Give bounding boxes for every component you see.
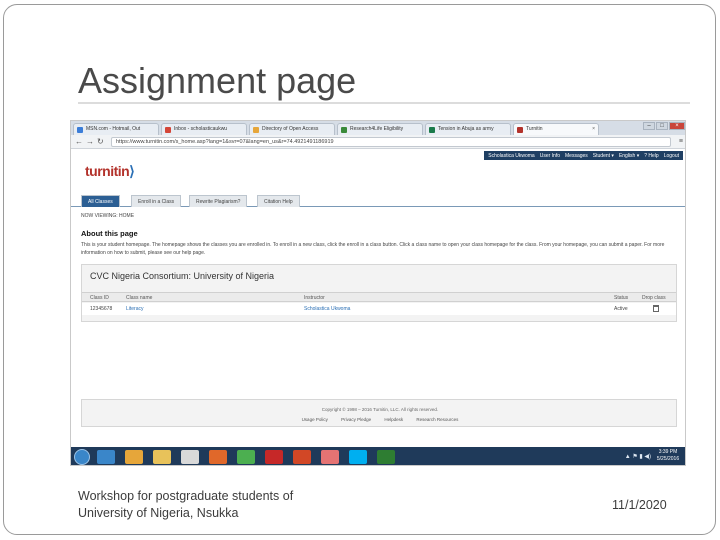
skype-icon[interactable] [349, 450, 367, 464]
browser-tab[interactable]: Research4Life Eligibility [337, 123, 423, 135]
footer-line-2: University of Nigeria, Nsukka [78, 506, 239, 520]
table-row: 12345678 Literacy Scholastica Ukwoma Act… [82, 303, 676, 315]
copyright-text: Copyright © 1998 – 2016 Turnitin, LLC. A… [321, 407, 439, 412]
col-class-id: Class ID [90, 295, 109, 301]
user-nav: Scholastica Ukwoma User Info Messages St… [484, 151, 683, 160]
forward-icon[interactable]: → [86, 137, 94, 146]
slide-date: 11/1/2020 [612, 498, 667, 512]
minimize-button[interactable]: – [643, 122, 655, 130]
class-id-cell: 12345678 [90, 306, 113, 312]
col-status: Status [614, 295, 629, 301]
logo-text: turnitin [85, 163, 130, 179]
turnitin-logo[interactable]: turnitin⟩ [85, 163, 135, 180]
logo-mark-icon: ⟩ [129, 163, 135, 179]
chrome-icon[interactable] [237, 450, 255, 464]
logout-link[interactable]: Logout [664, 153, 679, 159]
slide-title: Assignment page [78, 60, 357, 101]
tab-citation-help[interactable]: Citation Help [257, 195, 300, 207]
browser-tab-label: Inbox - scholasticaukwu [174, 126, 228, 132]
col-class-name: Class name [126, 295, 153, 301]
excel-icon[interactable] [377, 450, 395, 464]
powerpoint-icon[interactable] [293, 450, 311, 464]
browser-tab[interactable]: Tension in Abuja as army [425, 123, 511, 135]
instructor-link[interactable]: Scholastica Ukwoma [304, 306, 350, 312]
tab-enroll-class[interactable]: Enroll in a Class [131, 195, 182, 207]
browser-tab[interactable]: Directory of Open Access [249, 123, 335, 135]
turnitin-footer: Copyright © 1998 – 2016 Turnitin, LLC. A… [81, 399, 677, 427]
system-tray-icons[interactable]: ▲ ⚑ ▮ ◀) [625, 453, 651, 460]
browser-tab-label: Research4Life Eligibility [350, 126, 404, 132]
table-header: Class ID Class name Instructor Status Dr… [82, 292, 676, 302]
notes-icon[interactable] [181, 450, 199, 464]
language-dropdown[interactable]: English ▾ [619, 153, 639, 159]
about-heading: About this page [81, 229, 138, 238]
firefox-icon[interactable] [209, 450, 227, 464]
ie-icon[interactable] [97, 450, 115, 464]
class-name-link[interactable]: Literacy [126, 306, 144, 312]
start-button[interactable] [74, 449, 90, 465]
title-divider [78, 102, 690, 104]
helpdesk-link[interactable]: Helpdesk [384, 417, 403, 422]
browser-tab-label: Tension in Abuja as army [438, 126, 494, 132]
menu-icon[interactable]: ≡ [679, 138, 683, 145]
clock-time: 3:39 PM [658, 449, 678, 455]
footer-line-1: Workshop for postgraduate students of [78, 489, 294, 503]
role-dropdown[interactable]: Student ▾ [593, 153, 614, 159]
slide-footer: Workshop for postgraduate students of Un… [78, 488, 378, 522]
url-input[interactable]: https://www.turnitin.com/s_home.asp?lang… [111, 137, 671, 147]
research-resources-link[interactable]: Research Resources [416, 417, 458, 422]
tab-rewrite-plagiarism[interactable]: Rewrite Plagiarism? [189, 195, 248, 207]
window-controls: – □ × [643, 122, 685, 130]
turnitin-favicon-icon [517, 127, 523, 133]
back-icon[interactable]: ← [75, 137, 83, 146]
close-button[interactable]: × [669, 122, 685, 130]
doaj-favicon-icon [253, 127, 259, 133]
browser-screenshot: MSN.com - Hotmail, Out Inbox - scholasti… [70, 120, 686, 466]
address-bar: ← → ↻ https://www.turnitin.com/s_home.as… [71, 135, 685, 149]
messages-link[interactable]: Messages [565, 153, 588, 159]
help-link[interactable]: ? Help [644, 153, 658, 159]
news-favicon-icon [429, 127, 435, 133]
class-group: CVC Nigeria Consortium: University of Ni… [81, 264, 677, 322]
user-name-link[interactable]: Scholastica Ukwoma [488, 153, 534, 159]
reload-icon[interactable]: ↻ [97, 137, 104, 146]
r4l-favicon-icon [341, 127, 347, 133]
turnitin-tabs: All Classes Enroll in a Class Rewrite Pl… [71, 193, 685, 207]
browser-tab-label: Turnitin [526, 126, 543, 132]
turnitin-header: turnitin⟩ Scholastica Ukwoma User Info M… [71, 149, 685, 191]
about-text: This is your student homepage. The homep… [81, 242, 665, 256]
col-instructor: Instructor [304, 295, 325, 301]
msn-favicon-icon [77, 127, 83, 133]
windows-taskbar: ▲ ⚑ ▮ ◀) 3:39 PM 5/25/2016 [71, 447, 685, 465]
maximize-button[interactable]: □ [656, 122, 668, 130]
user-info-link[interactable]: User Info [540, 153, 560, 159]
media-player-icon[interactable] [125, 450, 143, 464]
tab-close-icon[interactable]: × [592, 126, 595, 132]
browser-tab[interactable]: MSN.com - Hotmail, Out [73, 123, 159, 135]
breadcrumb: NOW VIEWING: HOME [81, 213, 135, 219]
folder-icon[interactable] [153, 450, 171, 464]
usage-policy-link[interactable]: Usage Policy [302, 417, 328, 422]
status-cell: Active [614, 306, 628, 312]
footer-links: Usage Policy Privacy Pledge Helpdesk Res… [82, 417, 678, 422]
trash-icon[interactable] [653, 305, 659, 312]
browser-tab-active[interactable]: Turnitin × [513, 123, 599, 135]
class-group-title: CVC Nigeria Consortium: University of Ni… [90, 271, 275, 281]
paint-icon[interactable] [321, 450, 339, 464]
clock-date: 5/25/2016 [656, 456, 680, 462]
col-drop-class: Drop class [642, 295, 666, 301]
clock[interactable]: 3:39 PM 5/25/2016 [653, 449, 683, 463]
gmail-favicon-icon [165, 127, 171, 133]
browser-tab[interactable]: Inbox - scholasticaukwu [161, 123, 247, 135]
browser-tab-label: Directory of Open Access [262, 126, 319, 132]
tab-all-classes[interactable]: All Classes [81, 195, 120, 207]
privacy-pledge-link[interactable]: Privacy Pledge [341, 417, 371, 422]
acrobat-icon[interactable] [265, 450, 283, 464]
browser-tab-bar: MSN.com - Hotmail, Out Inbox - scholasti… [71, 121, 685, 135]
browser-tab-label: MSN.com - Hotmail, Out [86, 126, 141, 132]
